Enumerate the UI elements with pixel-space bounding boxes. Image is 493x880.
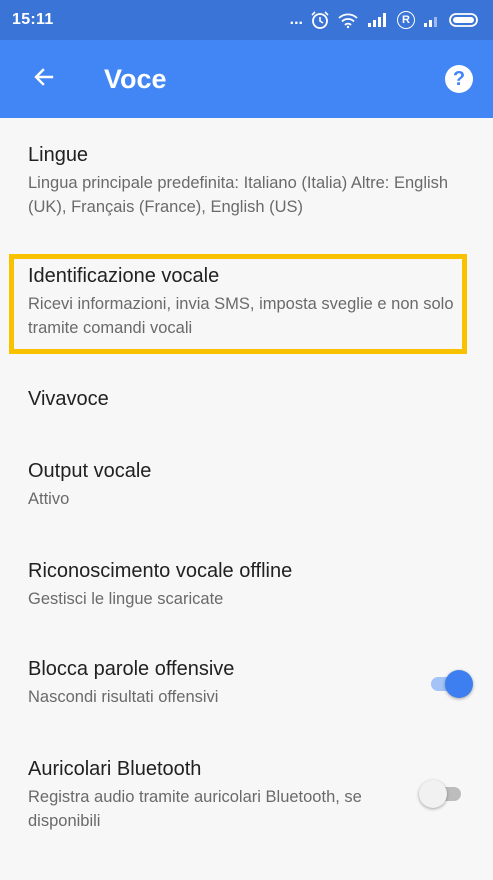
toggle-thumb bbox=[445, 670, 473, 698]
back-button[interactable] bbox=[14, 49, 74, 109]
alarm-icon bbox=[310, 10, 330, 30]
setting-title: Riconoscimento vocale offline bbox=[28, 560, 293, 582]
setting-title: Vivavoce bbox=[28, 388, 109, 410]
toggle-thumb bbox=[419, 780, 447, 808]
app-bar: Voce ? bbox=[0, 40, 493, 118]
help-glyph: ? bbox=[452, 67, 466, 90]
status-icons: ... R bbox=[290, 10, 481, 30]
setting-summary: Registra audio tramite auricolari Blueto… bbox=[28, 788, 362, 830]
setting-blocca-parole[interactable]: Blocca parole offensive Nascondi risulta… bbox=[0, 656, 493, 709]
battery-icon bbox=[449, 12, 481, 28]
setting-summary: Attivo bbox=[28, 490, 70, 508]
setting-summary: Gestisci le lingue scaricate bbox=[28, 590, 224, 608]
help-icon: ? bbox=[445, 65, 473, 93]
more-dots-icon: ... bbox=[289, 11, 303, 28]
setting-title: Auricolari Bluetooth bbox=[28, 758, 202, 780]
setting-summary: Nascondi risultati offensivi bbox=[28, 688, 219, 706]
setting-vivavoce[interactable]: Vivavoce bbox=[0, 386, 493, 412]
setting-riconoscimento-offline[interactable]: Riconoscimento vocale offline Gestisci l… bbox=[0, 558, 493, 611]
setting-identificazione-vocale[interactable]: Identificazione vocale Ricevi informazio… bbox=[0, 263, 493, 340]
roaming-letter: R bbox=[402, 14, 410, 26]
setting-title: Lingue bbox=[28, 144, 89, 166]
setting-output-vocale[interactable]: Output vocale Attivo bbox=[0, 458, 493, 511]
blocca-parole-toggle[interactable] bbox=[427, 670, 473, 698]
setting-title: Output vocale bbox=[28, 460, 152, 482]
status-bar: 15:11 ... R bbox=[0, 0, 493, 40]
setting-title: Blocca parole offensive bbox=[28, 658, 235, 680]
roaming-icon: R bbox=[397, 11, 415, 29]
page-title: Voce bbox=[104, 63, 167, 94]
help-button[interactable]: ? bbox=[441, 61, 477, 97]
signal-icon-2 bbox=[422, 12, 442, 28]
signal-icon bbox=[366, 12, 390, 28]
setting-summary: Lingua principale predefinita: Italiano … bbox=[28, 174, 449, 216]
wifi-icon bbox=[337, 11, 359, 29]
status-time: 15:11 bbox=[12, 11, 54, 28]
arrow-back-icon bbox=[32, 65, 56, 94]
setting-lingue[interactable]: Lingue Lingua principale predefinita: It… bbox=[0, 142, 493, 219]
setting-summary: Ricevi informazioni, invia SMS, imposta … bbox=[28, 295, 454, 337]
setting-title: Identificazione vocale bbox=[28, 265, 220, 287]
bluetooth-toggle[interactable] bbox=[419, 780, 465, 808]
